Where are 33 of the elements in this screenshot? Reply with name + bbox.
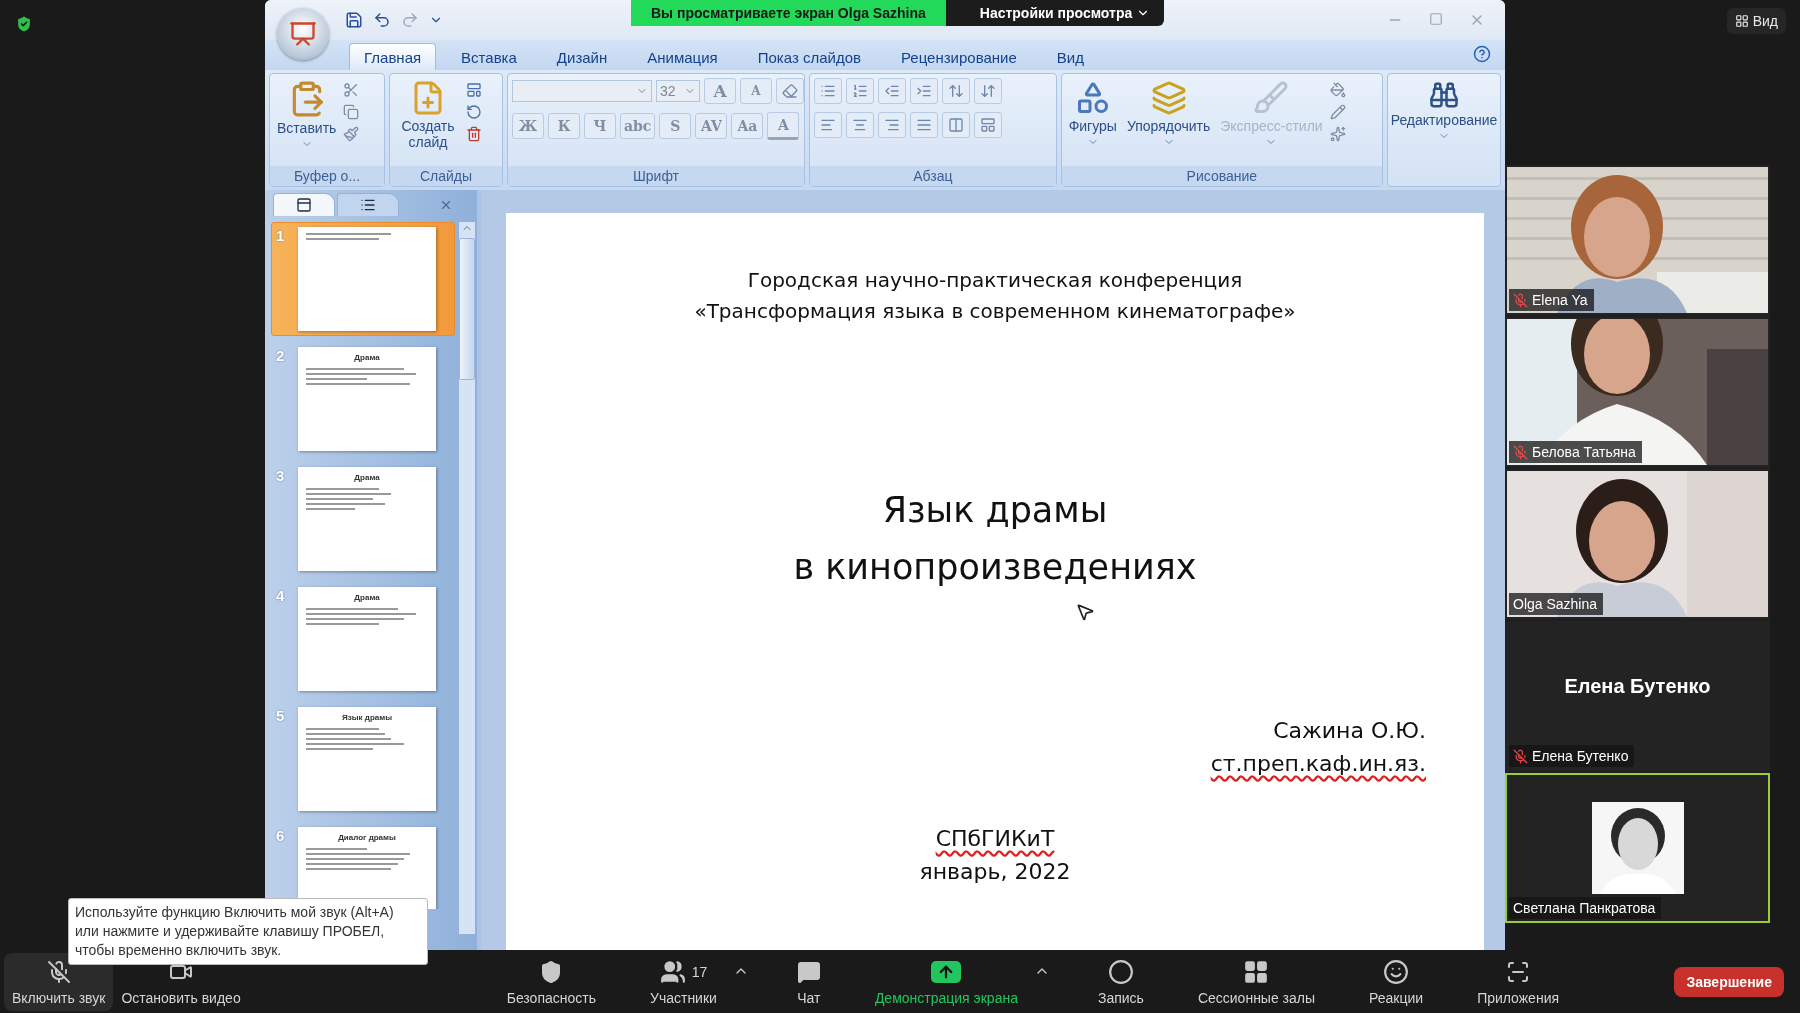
- thumbnail-title: Драма: [354, 473, 380, 482]
- slide-title: Язык драмы: [881, 489, 1109, 532]
- slide-footer-text: СПбГИКиТ: [935, 825, 1055, 853]
- participant-name: Елена Бутенко: [1564, 674, 1711, 698]
- slide-number: 6: [276, 827, 286, 846]
- slide-title: в кинопроизведениях: [793, 546, 1197, 589]
- slide-footer-text: январь, 2022: [919, 858, 1071, 886]
- slide-number: 2: [276, 347, 286, 366]
- participant-name: Elena Ya: [1532, 292, 1588, 308]
- slide-subtitle: Городская научно-практическая конференция: [746, 267, 1244, 294]
- participant-count: 17: [691, 963, 708, 980]
- group-label: Рисование: [1061, 166, 1382, 186]
- thumbnail-title: Диалог драмы: [338, 833, 396, 842]
- slide-subtitle: «Трансформация языка в современном кинематографе»: [694, 298, 1296, 325]
- slide-number: 3: [276, 467, 286, 486]
- tooltip: Используйте функцию Включить мой звук (Alt+A) или нажмите и удерживайте клавишу ПРОБЕЛ, чтобы временно включить звук.: [68, 898, 428, 965]
- screen-share-banner: Вы просматриваете экран Olga Sazhina: [631, 0, 946, 26]
- slide-number: 4: [276, 587, 286, 606]
- slide-author-text: ст.преп.каф.ин.яз.: [1210, 750, 1426, 778]
- group-label: Слайды: [390, 166, 502, 186]
- slide-number: 5: [276, 707, 286, 726]
- thumbnail-title: Язык драмы: [342, 713, 392, 722]
- participant-name: Светлана Панкратова: [1513, 900, 1656, 916]
- thumbnail-title: Драма: [354, 593, 380, 602]
- thumbnail-title: Драма: [354, 353, 380, 362]
- slide-author-text: Сажина О.Ю.: [1273, 717, 1426, 745]
- group-label: Шрифт: [508, 166, 804, 186]
- participant-name: Елена Бутенко: [1532, 748, 1629, 764]
- participant-name: Белова Татьяна: [1532, 444, 1636, 460]
- group-label: Абзац: [810, 166, 1056, 186]
- group-label: Буфер о...: [270, 166, 384, 186]
- slide-number: 1: [276, 227, 286, 246]
- participant-name: Olga Sazhina: [1513, 596, 1598, 612]
